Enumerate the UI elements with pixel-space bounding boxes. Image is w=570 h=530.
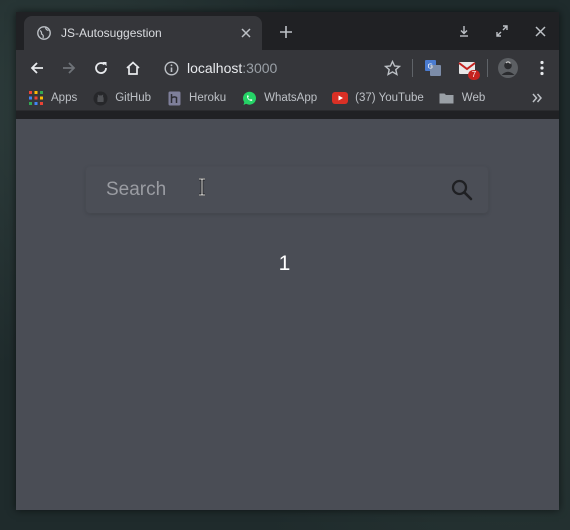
arrow-left-icon bbox=[30, 62, 43, 74]
maximize-button[interactable] bbox=[483, 18, 521, 44]
translate-icon: G bbox=[425, 60, 441, 76]
tab-js-autosuggestion[interactable]: JS-Autosuggestion bbox=[24, 16, 262, 50]
result-count: 1 bbox=[278, 252, 291, 275]
github-icon bbox=[92, 90, 108, 106]
forward-button[interactable] bbox=[53, 54, 85, 82]
info-icon[interactable] bbox=[163, 60, 179, 76]
folder-icon bbox=[439, 90, 455, 106]
bookmark-heroku[interactable]: Heroku bbox=[166, 88, 226, 108]
toolbar-separator bbox=[487, 59, 488, 77]
new-tab-button[interactable] bbox=[276, 22, 296, 42]
apps-grid-icon bbox=[28, 90, 44, 106]
bookmark-star-button[interactable] bbox=[375, 54, 409, 82]
home-icon bbox=[126, 61, 140, 75]
bookmark-github[interactable]: GitHub bbox=[92, 88, 151, 108]
close-icon bbox=[534, 25, 546, 37]
close-tab-icon[interactable] bbox=[238, 25, 254, 41]
close-window-button[interactable] bbox=[521, 18, 559, 44]
bookmarks-bar: Apps GitHub Heroku WhatsApp (37) YouTube… bbox=[16, 86, 559, 111]
toolbar-actions: G 7 bbox=[375, 50, 559, 86]
reload-button[interactable] bbox=[85, 54, 117, 82]
url-host: localhost bbox=[187, 60, 243, 76]
bookmark-youtube[interactable]: (37) YouTube bbox=[332, 88, 424, 108]
arrow-right-icon bbox=[63, 62, 76, 74]
browser-menu-button[interactable] bbox=[525, 54, 559, 82]
bookmark-whatsapp[interactable]: WhatsApp bbox=[241, 88, 317, 108]
url-port: :3000 bbox=[242, 60, 278, 76]
youtube-icon bbox=[332, 90, 349, 106]
home-button[interactable] bbox=[117, 54, 149, 82]
double-chevron-right-icon bbox=[532, 93, 542, 103]
browser-window: JS-Autosuggestion localhost:3000 G 7 App… bbox=[16, 12, 559, 510]
heroku-icon bbox=[166, 90, 182, 106]
bookmark-label: Web bbox=[461, 92, 486, 104]
bookmark-apps[interactable]: Apps bbox=[28, 88, 77, 108]
bookmark-folder-web[interactable]: Web bbox=[439, 88, 485, 108]
translate-extension-button[interactable]: G bbox=[416, 54, 450, 82]
whatsapp-icon bbox=[241, 90, 257, 106]
tab-strip: JS-Autosuggestion bbox=[16, 12, 559, 50]
maximize-icon bbox=[496, 25, 508, 37]
search-icon[interactable] bbox=[450, 178, 474, 202]
profile-avatar-button[interactable] bbox=[491, 54, 525, 82]
avatar-icon bbox=[498, 58, 518, 78]
search-box bbox=[86, 167, 488, 213]
bookmark-label: Apps bbox=[51, 92, 78, 104]
gmail-extension-button[interactable]: 7 bbox=[450, 54, 484, 82]
minimize-icon bbox=[460, 26, 468, 37]
globe-icon bbox=[36, 25, 52, 41]
bookmark-label: GitHub bbox=[115, 92, 152, 104]
browser-toolbar: localhost:3000 G 7 bbox=[16, 50, 559, 86]
reload-icon bbox=[95, 62, 107, 74]
bookmark-label: (37) YouTube bbox=[355, 92, 424, 104]
search-input[interactable] bbox=[106, 175, 426, 205]
svg-text:G: G bbox=[428, 63, 433, 71]
address-bar[interactable]: localhost:3000 bbox=[163, 54, 395, 82]
window-controls bbox=[445, 18, 559, 44]
minimize-button[interactable] bbox=[445, 18, 483, 44]
toolbar-separator bbox=[412, 59, 413, 77]
plus-icon bbox=[280, 26, 292, 38]
page-content: 1 bbox=[16, 119, 559, 510]
star-icon bbox=[383, 59, 401, 76]
kebab-menu-icon bbox=[540, 60, 544, 76]
bookmark-label: WhatsApp bbox=[264, 92, 318, 104]
notification-badge: 7 bbox=[468, 70, 480, 80]
back-button[interactable] bbox=[21, 54, 53, 82]
tab-title: JS-Autosuggestion bbox=[61, 26, 162, 40]
text-cursor-icon bbox=[199, 178, 205, 196]
url-text: localhost:3000 bbox=[187, 60, 277, 76]
bookmarks-overflow-button[interactable] bbox=[529, 90, 545, 106]
bookmark-label: Heroku bbox=[189, 92, 227, 104]
